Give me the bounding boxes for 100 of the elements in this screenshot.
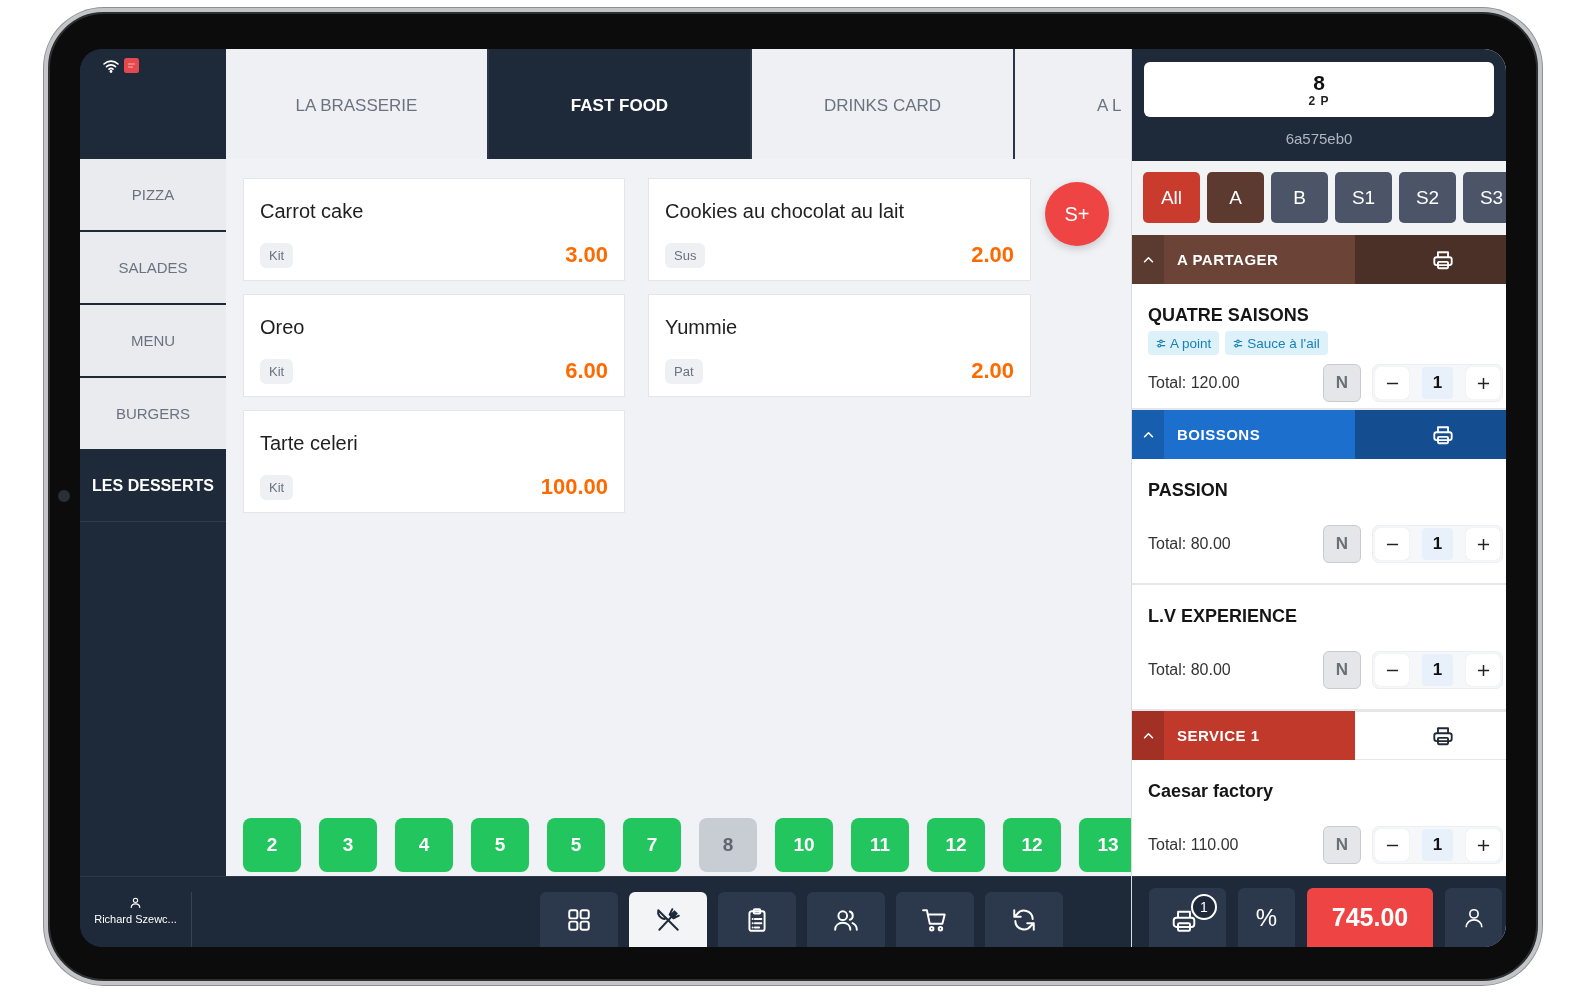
modifier-label: A point xyxy=(1170,335,1212,351)
filter-button[interactable]: S3 xyxy=(1463,172,1506,223)
item-name: PASSION xyxy=(1148,479,1228,501)
number-button[interactable]: 12 xyxy=(1003,818,1061,872)
number-button[interactable]: 7 xyxy=(623,818,681,872)
print-button[interactable] xyxy=(1355,711,1506,760)
product-name: Cookies au chocolat au lait xyxy=(665,199,905,223)
product-card[interactable]: Yummie Pat 2.00 xyxy=(648,294,1031,397)
user-icon xyxy=(129,896,142,909)
number-button[interactable]: 5 xyxy=(471,818,529,872)
item-total: Total: 120.00 xyxy=(1148,374,1240,392)
product-card[interactable]: Carrot cake Kit 3.00 xyxy=(243,178,625,281)
refresh-icon xyxy=(1011,906,1037,933)
plus-icon xyxy=(1476,376,1490,390)
note-button[interactable]: N xyxy=(1323,364,1361,402)
item-name: L.V EXPERIENCE xyxy=(1148,605,1298,627)
toolbar-button[interactable] xyxy=(985,892,1063,947)
toolbar-button[interactable] xyxy=(896,892,974,947)
item-name: Caesar factory xyxy=(1148,780,1274,802)
discount-button[interactable]: % xyxy=(1238,888,1295,947)
number-button[interactable]: 13 xyxy=(1079,818,1131,872)
toolbar-button[interactable] xyxy=(540,892,618,947)
printer-icon xyxy=(1431,423,1454,446)
decrease-button[interactable] xyxy=(1375,367,1409,399)
note-button[interactable]: N xyxy=(1323,826,1361,864)
plus-icon xyxy=(1476,663,1490,677)
number-button[interactable]: 2 xyxy=(243,818,301,872)
table-info-card[interactable]: 8 2 P xyxy=(1144,62,1494,117)
product-tag: Sus xyxy=(665,242,706,268)
section-title: SERVICE 1 xyxy=(1164,711,1355,760)
decrease-button[interactable] xyxy=(1375,654,1409,686)
increase-button[interactable] xyxy=(1466,367,1500,399)
chevron-up-icon xyxy=(1142,431,1154,438)
plus-icon xyxy=(1476,537,1490,551)
section-title: BOISSONS xyxy=(1164,410,1355,459)
note-button[interactable]: N xyxy=(1323,525,1361,563)
filter-button[interactable]: S2 xyxy=(1399,172,1456,223)
category-item[interactable]: MENU xyxy=(80,305,226,376)
item-total: Total: 80.00 xyxy=(1148,661,1231,679)
number-button[interactable]: 3 xyxy=(319,818,377,872)
product-tag: Kit xyxy=(260,358,294,384)
pay-total-button[interactable]: 745.00 xyxy=(1307,888,1433,947)
product-price: 6.00 xyxy=(565,358,608,384)
menu-tab[interactable]: FAST FOOD xyxy=(489,49,752,159)
print-button[interactable] xyxy=(1355,410,1506,459)
product-card[interactable]: Cookies au chocolat au lait Sus 2.00 xyxy=(648,178,1031,281)
quantity-value: 1 xyxy=(1422,367,1453,399)
filter-button[interactable]: B xyxy=(1271,172,1328,223)
printer-icon xyxy=(1431,724,1454,747)
filter-button[interactable]: S1 xyxy=(1335,172,1392,223)
toolbar-button[interactable] xyxy=(629,892,707,947)
user-button[interactable]: Richard Szewc... xyxy=(80,892,192,947)
modifier-label: Sauce à l'ail xyxy=(1247,335,1320,351)
toolbar-button[interactable] xyxy=(718,892,796,947)
number-button[interactable]: 12 xyxy=(927,818,985,872)
section-title: A PARTAGER xyxy=(1164,235,1355,284)
quick-add-button[interactable]: S+ xyxy=(1045,182,1109,246)
product-card[interactable]: Tarte celeri Kit 100.00 xyxy=(243,410,625,513)
printer-icon xyxy=(1431,248,1454,271)
note-button[interactable]: N xyxy=(1323,651,1361,689)
product-name: Yummie xyxy=(665,315,738,339)
increase-button[interactable] xyxy=(1466,829,1500,861)
product-tag: Kit xyxy=(260,474,294,500)
decrease-button[interactable] xyxy=(1375,528,1409,560)
product-card[interactable]: Oreo Kit 6.00 xyxy=(243,294,625,397)
cart-icon xyxy=(922,906,948,933)
customer-button[interactable] xyxy=(1445,888,1502,947)
filter-button[interactable]: All xyxy=(1143,172,1200,223)
number-button[interactable]: 11 xyxy=(851,818,909,872)
fork-knife-icon xyxy=(655,906,681,933)
order-id: 6a575eb0 xyxy=(1285,130,1353,147)
chevron-up-icon xyxy=(1142,732,1154,739)
product-name: Tarte celeri xyxy=(260,431,358,455)
quantity-value: 1 xyxy=(1422,654,1453,686)
toolbar-button[interactable] xyxy=(807,892,885,947)
category-item[interactable]: BURGERS xyxy=(80,378,226,449)
sliders-icon xyxy=(1156,338,1166,348)
number-button[interactable]: 4 xyxy=(395,818,453,872)
wifi-icon xyxy=(103,59,119,73)
category-item[interactable]: SALADES xyxy=(80,232,226,303)
product-price: 3.00 xyxy=(565,242,608,268)
camera-icon xyxy=(58,490,70,502)
print-button[interactable] xyxy=(1355,235,1506,284)
product-tag: Kit xyxy=(260,242,294,268)
product-price: 2.00 xyxy=(971,242,1014,268)
count-badge: 1 xyxy=(1191,894,1217,920)
product-price: 2.00 xyxy=(971,358,1014,384)
chevron-up-icon xyxy=(1142,256,1154,263)
item-total: Total: 110.00 xyxy=(1148,836,1239,854)
print-button[interactable]: 1 xyxy=(1149,888,1226,947)
number-button[interactable]: 10 xyxy=(775,818,833,872)
quantity-value: 1 xyxy=(1422,829,1453,861)
product-price: 100.00 xyxy=(540,474,608,500)
product-name: Carrot cake xyxy=(260,199,364,223)
decrease-button[interactable] xyxy=(1375,829,1409,861)
increase-button[interactable] xyxy=(1466,528,1500,560)
filter-button[interactable]: A xyxy=(1207,172,1264,223)
category-item[interactable]: PIZZA xyxy=(80,159,226,230)
increase-button[interactable] xyxy=(1466,654,1500,686)
number-button[interactable]: 5 xyxy=(547,818,605,872)
